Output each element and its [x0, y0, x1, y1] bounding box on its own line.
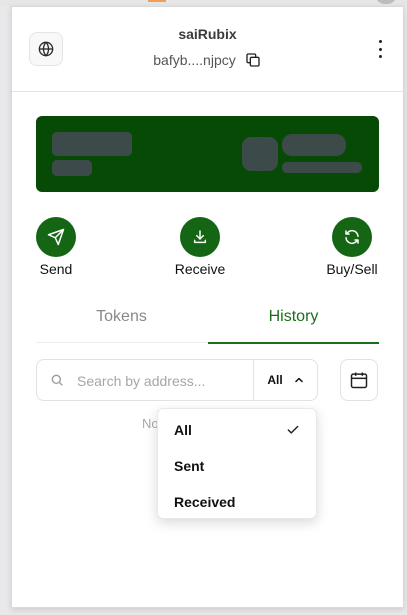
tab-tokens[interactable]: Tokens — [36, 303, 207, 343]
copy-address-button[interactable] — [244, 51, 262, 69]
wallet-header: saiRubix bafyb....njpcy — [12, 7, 403, 92]
balance-card — [36, 116, 379, 192]
download-icon — [193, 230, 207, 244]
wallet-tabs: Tokens History — [36, 303, 379, 344]
wallet-popup: saiRubix bafyb....njpcy Send Receive Buy… — [11, 6, 404, 608]
calendar-icon — [350, 372, 368, 389]
buy-sell-button[interactable] — [332, 217, 372, 257]
address-row: bafyb....njpcy — [12, 51, 403, 69]
more-menu-button[interactable] — [375, 40, 385, 58]
receive-label: Receive — [174, 261, 226, 277]
refresh-icon — [345, 229, 359, 245]
browser-profile-button[interactable] — [375, 0, 397, 4]
token-skeleton-value — [282, 162, 362, 173]
send-button[interactable] — [36, 217, 76, 257]
filter-option-sent[interactable]: Sent — [158, 449, 316, 485]
filter-option-label: All — [174, 422, 192, 438]
search-input[interactable] — [77, 369, 245, 393]
browser-tab-accent — [148, 0, 166, 2]
filter-dropdown-menu: All Sent Received — [157, 408, 317, 519]
wallet-address: bafyb....njpcy — [153, 52, 236, 68]
date-filter-button[interactable] — [340, 359, 378, 401]
check-icon — [287, 425, 299, 434]
search-icon — [51, 374, 63, 386]
tab-history[interactable]: History — [208, 303, 379, 344]
filter-option-label: Received — [174, 494, 236, 510]
buy-sell-label: Buy/Sell — [326, 261, 378, 277]
receive-button[interactable] — [180, 217, 220, 257]
chevron-up-icon — [294, 377, 303, 383]
copy-icon — [246, 53, 260, 67]
filter-option-label: Sent — [174, 458, 205, 474]
buy-sell-action[interactable]: Buy/Sell — [312, 217, 392, 277]
filter-option-received[interactable]: Received — [158, 485, 316, 521]
send-label: Send — [39, 261, 73, 277]
send-icon — [47, 228, 65, 246]
history-filter-select[interactable]: All — [253, 360, 318, 400]
send-action[interactable]: Send — [16, 217, 96, 277]
receive-action[interactable]: Receive — [160, 217, 240, 277]
token-skeleton-name — [282, 134, 346, 156]
more-vertical-icon — [378, 40, 382, 43]
account-name: saiRubix — [178, 26, 237, 42]
filter-selected-value: All — [267, 373, 283, 387]
balance-skeleton-sub — [52, 160, 92, 176]
balance-skeleton-main — [52, 132, 132, 156]
filter-option-all[interactable]: All — [158, 413, 316, 449]
history-search-box: All — [36, 359, 318, 401]
token-skeleton-icon — [242, 137, 278, 171]
